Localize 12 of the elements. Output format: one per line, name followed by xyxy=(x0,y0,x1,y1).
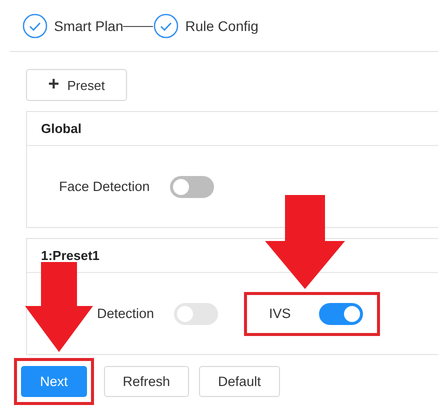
step-label: Smart Plan xyxy=(54,18,124,34)
setting-label: Face Detection xyxy=(59,179,150,194)
setting-label: Detection xyxy=(97,306,154,321)
panel-title: Global xyxy=(41,121,82,136)
step-label: Rule Config xyxy=(185,18,258,34)
action-button[interactable]: Refresh xyxy=(104,366,190,397)
add-preset-button[interactable]: + Preset xyxy=(26,69,127,101)
setting-label: IVS xyxy=(269,306,291,321)
toggle-switch[interactable] xyxy=(170,176,214,198)
action-button[interactable]: Default xyxy=(199,366,280,397)
panel-title: 1:Preset1 xyxy=(41,248,100,263)
toggle-switch[interactable] xyxy=(318,302,363,324)
